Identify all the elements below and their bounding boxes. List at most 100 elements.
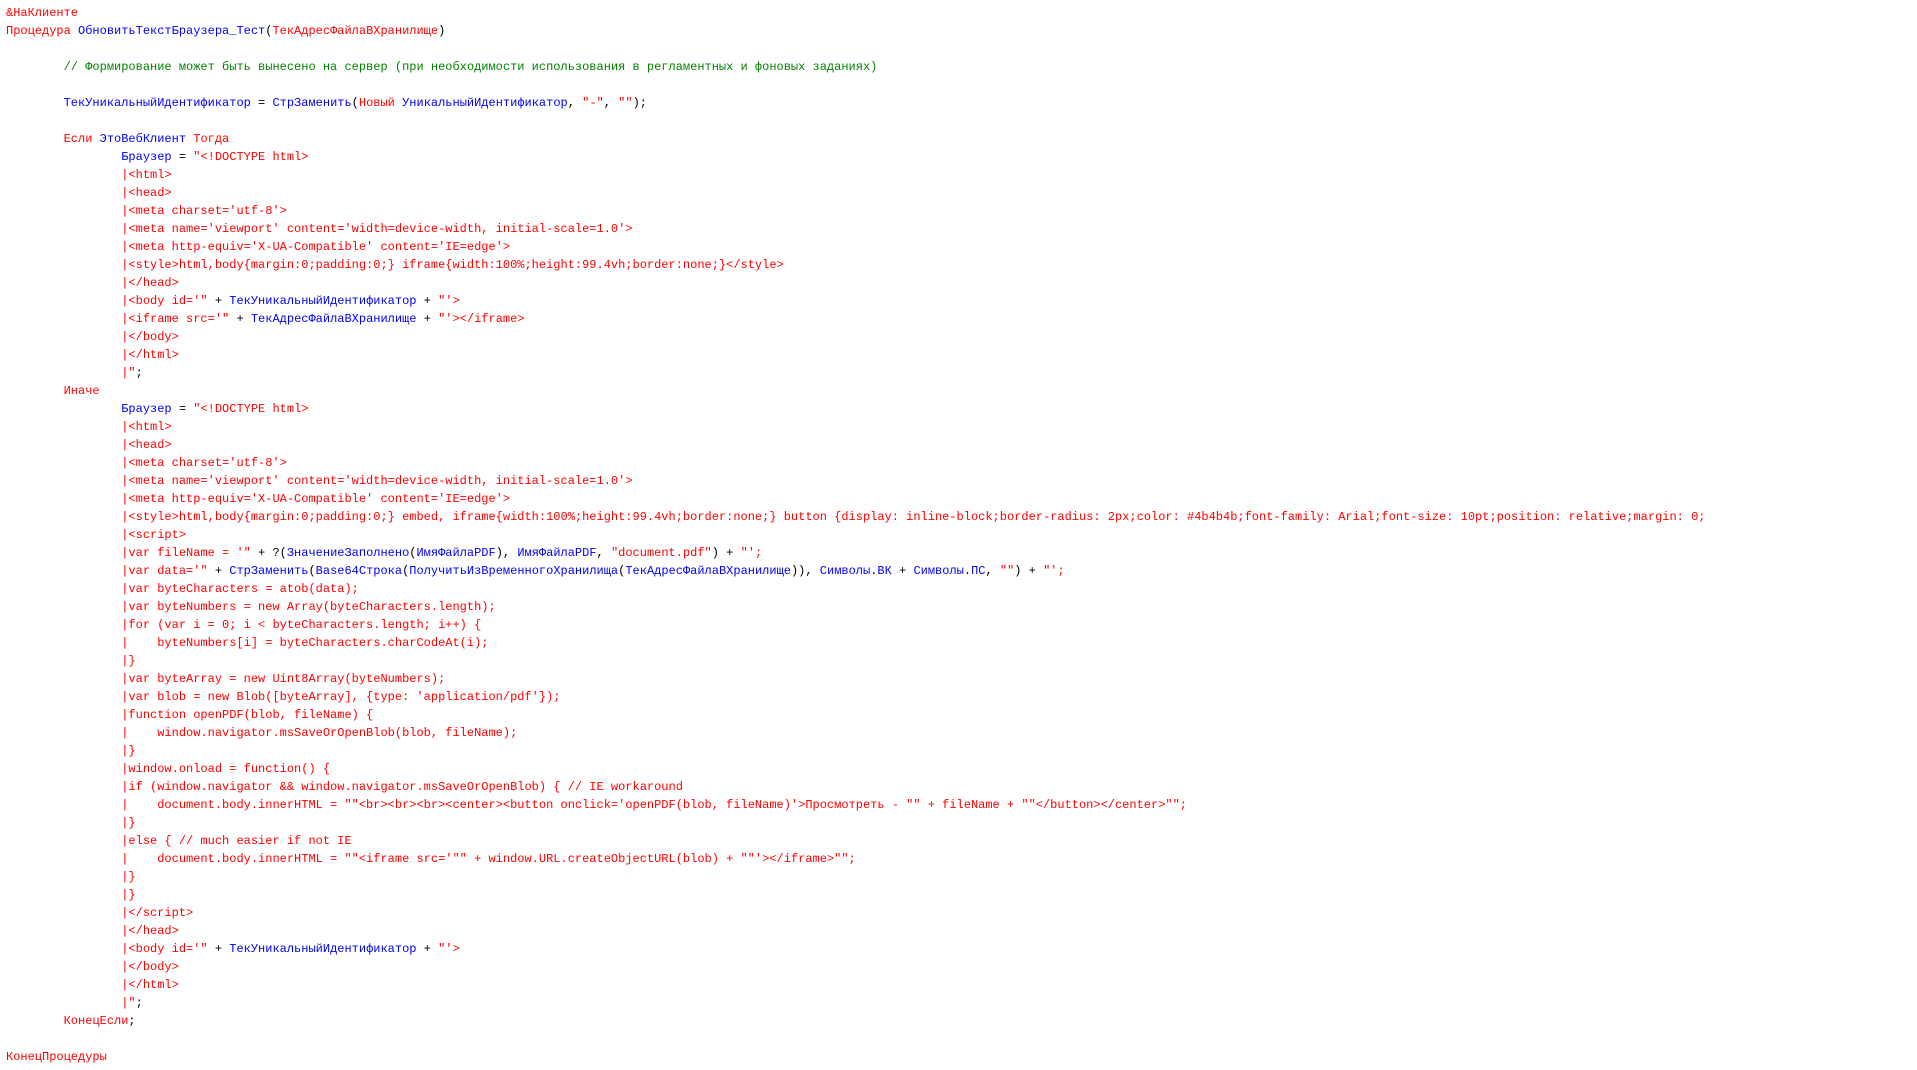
code-token — [6, 834, 121, 848]
code-token — [6, 438, 121, 452]
code-token: |} — [121, 744, 135, 758]
code-token: Браузер — [121, 402, 171, 416]
code-token: |var blob = new Blob([byteArray], {type:… — [121, 690, 560, 704]
code-line: КонецПроцедуры — [6, 1050, 107, 1064]
code-line: |for (var i = 0; i < byteCharacters.leng… — [6, 618, 481, 632]
code-line: | document.body.innerHTML = ""<br><br><b… — [6, 798, 1187, 812]
code-line: |<iframe src='" + ТекАдресФайлаВХранилищ… — [6, 312, 525, 326]
code-token: | document.body.innerHTML = ""<br><br><b… — [121, 798, 1187, 812]
code-listing: &НаКлиенте Процедура ОбновитьТекстБраузе… — [0, 0, 1917, 1070]
code-line: |</html> — [6, 348, 179, 362]
code-line: |var byteNumbers = new Array(byteCharact… — [6, 600, 496, 614]
code-line: Процедура ОбновитьТекстБраузера_Тест(Тек… — [6, 24, 445, 38]
code-token: |function openPDF(blob, fileName) { — [121, 708, 373, 722]
code-line: |var byteArray = new Uint8Array(byteNumb… — [6, 672, 445, 686]
code-line: |</body> — [6, 330, 179, 344]
code-token: &НаКлиенте — [6, 6, 78, 20]
code-token: |<html> — [121, 420, 171, 434]
code-token: + — [417, 312, 439, 326]
code-token — [6, 942, 121, 956]
code-token — [6, 1014, 64, 1028]
code-token — [6, 240, 121, 254]
code-token: + — [416, 942, 438, 956]
code-line: |var data='" + СтрЗаменить(Base64Строка(… — [6, 564, 1065, 578]
code-token — [6, 348, 121, 362]
code-line: |function openPDF(blob, fileName) { — [6, 708, 373, 722]
code-token: "<!DOCTYPE html> — [193, 402, 308, 416]
code-token: + — [208, 294, 230, 308]
code-token: |</script> — [121, 906, 193, 920]
code-token: Процедура — [6, 24, 71, 38]
code-token: СтрЗаменить — [272, 96, 351, 110]
code-token: + — [208, 564, 230, 578]
code-token: "'> — [438, 294, 460, 308]
code-line: |<html> — [6, 420, 172, 434]
code-token — [6, 258, 121, 272]
code-line: |<meta charset='utf-8'> — [6, 204, 287, 218]
code-token: |<iframe src='" — [121, 312, 229, 326]
code-line: |<meta name='viewport' content='width=de… — [6, 222, 633, 236]
code-line: |<meta charset='utf-8'> — [6, 456, 287, 470]
code-token: |<head> — [121, 186, 171, 200]
code-token: ) + — [1014, 564, 1043, 578]
code-token: + — [416, 294, 438, 308]
code-token: |</body> — [121, 330, 179, 344]
code-token: ЗначениеЗаполнено — [287, 546, 409, 560]
code-token — [6, 708, 121, 722]
code-token — [6, 420, 121, 434]
code-token — [6, 546, 121, 560]
code-token — [6, 780, 121, 794]
code-token: ВК — [877, 564, 891, 578]
code-token: + ?( — [251, 546, 287, 560]
code-token — [395, 96, 402, 110]
code-token — [6, 474, 121, 488]
code-token: |} — [121, 654, 135, 668]
code-token: |<meta charset='utf-8'> — [121, 204, 287, 218]
code-token: ТекАдресФайлаВХранилище — [625, 564, 791, 578]
code-token: + — [892, 564, 914, 578]
code-line: |window.onload = function() { — [6, 762, 330, 776]
code-line: Если ЭтоВебКлиент Тогда — [6, 132, 229, 146]
code-token: |} — [121, 816, 135, 830]
code-token — [6, 762, 121, 776]
code-token — [6, 294, 121, 308]
code-token — [6, 492, 121, 506]
code-token: |if (window.navigator && window.navigato… — [121, 780, 683, 794]
code-token: + — [229, 312, 251, 326]
code-token — [6, 60, 64, 74]
code-token — [6, 366, 121, 380]
code-token: |<head> — [121, 438, 171, 452]
code-token: |} — [121, 888, 135, 902]
code-token: ; — [136, 366, 143, 380]
code-line: Браузер = "<!DOCTYPE html> — [6, 150, 308, 164]
code-token — [6, 564, 121, 578]
code-token: |else { // much easier if not IE — [121, 834, 351, 848]
code-token: . — [964, 564, 971, 578]
code-token — [6, 726, 121, 740]
code-line: |<html> — [6, 168, 172, 182]
code-token: |<meta http-equiv='X-UA-Compatible' cont… — [121, 492, 510, 506]
code-line: |<meta http-equiv='X-UA-Compatible' cont… — [6, 240, 510, 254]
code-token: ( — [352, 96, 359, 110]
code-token: = — [172, 402, 194, 416]
code-line: |<body id='" + ТекУникальныйИдентификато… — [6, 942, 460, 956]
code-token: |<style>html,body{margin:0;padding:0;} e… — [121, 510, 1705, 524]
code-token: ; — [136, 996, 143, 1010]
code-line: |"; — [6, 366, 143, 380]
code-token — [6, 924, 121, 938]
code-token: Браузер — [121, 150, 171, 164]
code-token: ) — [438, 24, 445, 38]
code-token — [6, 816, 121, 830]
code-token — [6, 330, 121, 344]
code-line: |</html> — [6, 978, 179, 992]
code-token: Если — [64, 132, 93, 146]
code-token: |for (var i = 0; i < byteCharacters.leng… — [121, 618, 481, 632]
code-token — [6, 888, 121, 902]
code-token: "'> — [438, 942, 460, 956]
code-line: |</head> — [6, 276, 179, 290]
code-line: |<body id='" + ТекУникальныйИдентификато… — [6, 294, 460, 308]
code-token — [6, 168, 121, 182]
code-line: КонецЕсли; — [6, 1014, 136, 1028]
code-token: ТекУникальныйИдентификатор — [229, 294, 416, 308]
code-token — [92, 132, 99, 146]
